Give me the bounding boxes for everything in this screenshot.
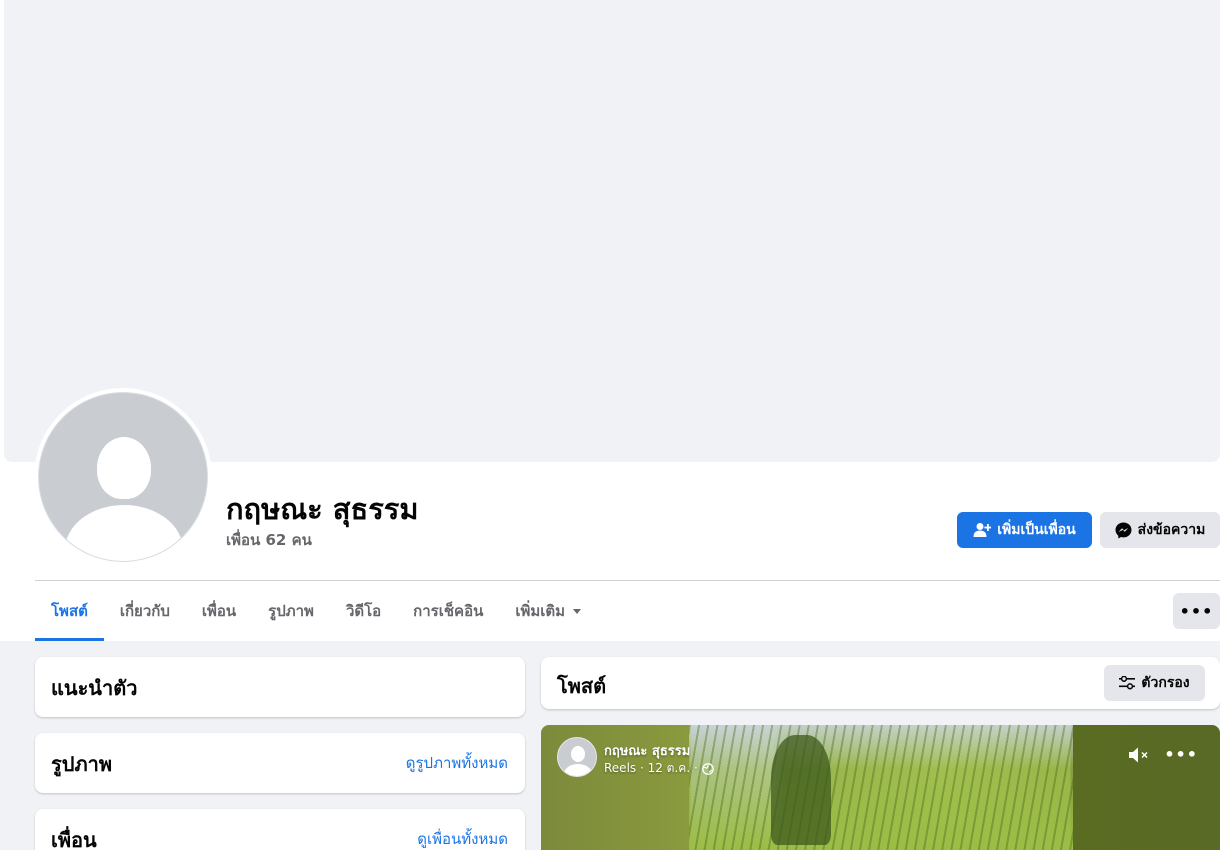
tab-label: การเช็คอิน: [413, 602, 484, 620]
reel-author-name[interactable]: กฤษณะ สุธรรม: [604, 740, 690, 761]
send-message-button[interactable]: ส่งข้อความ: [1100, 512, 1220, 548]
reel-more-options-button[interactable]: •••: [1164, 745, 1198, 764]
reel-meta-text: Reels · 12 ต.ค. ·: [604, 761, 698, 775]
tab-posts[interactable]: โพสต์: [35, 581, 104, 641]
reel-video-frame: [689, 725, 1073, 850]
avatar-head-shape: [571, 746, 585, 762]
reel-video-tree: [771, 735, 831, 845]
tab-label: เกี่ยวกับ: [119, 602, 170, 620]
profile-name: กฤษณะ สุธรรม: [226, 492, 419, 526]
intro-card: แนะนำตัว: [35, 657, 525, 717]
tab-label: โพสต์: [51, 602, 88, 620]
filter-label: ตัวกรอง: [1141, 675, 1190, 691]
mute-icon[interactable]: [1128, 746, 1150, 764]
profile-more-options-button[interactable]: •••: [1173, 593, 1220, 629]
avatar-body-shape: [65, 505, 183, 561]
chevron-down-icon: [573, 608, 582, 614]
friends-title: เพื่อน: [51, 828, 97, 850]
posts-header-card: โพสต์ ตัวกรอง: [541, 657, 1220, 709]
tab-photos[interactable]: รูปภาพ: [252, 581, 330, 641]
reel-post[interactable]: กฤษณะ สุธรรม Reels · 12 ต.ค. · •••: [541, 725, 1220, 850]
add-friend-label: เพิ่มเป็นเพื่อน: [997, 522, 1076, 538]
profile-tabs: โพสต์ เกี่ยวกับ เพื่อน รูปภาพ วิดีโอ การ…: [35, 581, 597, 641]
tab-label: เพิ่มเติม: [515, 602, 566, 620]
tab-videos[interactable]: วิดีโอ: [330, 581, 397, 641]
photos-card: รูปภาพ ดูรูปภาพทั้งหมด: [35, 733, 525, 793]
see-all-friends-link[interactable]: ดูเพื่อนทั้งหมด: [417, 827, 508, 850]
friends-card: เพื่อน ดูเพื่อนทั้งหมด: [35, 809, 525, 850]
profile-picture[interactable]: [34, 388, 212, 566]
send-message-label: ส่งข้อความ: [1137, 522, 1206, 538]
friend-count[interactable]: เพื่อน 62 คน: [226, 528, 312, 552]
photos-title: รูปภาพ: [51, 752, 113, 776]
reel-controls: •••: [1128, 745, 1198, 764]
reel-author-avatar[interactable]: [557, 737, 597, 777]
messenger-icon: [1115, 522, 1132, 538]
tab-about[interactable]: เกี่ยวกับ: [104, 581, 186, 641]
tab-friends[interactable]: เพื่อน: [186, 581, 252, 641]
cover-photo[interactable]: [4, 0, 1220, 462]
avatar: [38, 392, 208, 562]
tab-label: วิดีโอ: [345, 602, 382, 620]
tab-label: รูปภาพ: [268, 602, 314, 620]
tab-checkins[interactable]: การเช็คอิน: [397, 581, 499, 641]
avatar-head-shape: [97, 437, 151, 499]
add-friend-icon: [973, 523, 992, 537]
add-friend-button[interactable]: เพิ่มเป็นเพื่อน: [957, 512, 1092, 548]
filter-icon: [1119, 676, 1136, 690]
filter-button[interactable]: ตัวกรอง: [1104, 665, 1205, 701]
avatar-body-shape: [564, 764, 592, 776]
reel-meta: Reels · 12 ต.ค. ·: [604, 759, 714, 778]
globe-icon: [701, 762, 714, 775]
profile-header: กฤษณะ สุธรรม เพื่อน 62 คน เพิ่มเป็นเพื่อ…: [0, 0, 1220, 641]
see-all-photos-link[interactable]: ดูรูปภาพทั้งหมด: [406, 751, 508, 775]
tab-more[interactable]: เพิ่มเติม: [499, 581, 597, 641]
tab-label: เพื่อน: [201, 602, 237, 620]
posts-title: โพสต์: [557, 674, 607, 698]
intro-title: แนะนำตัว: [51, 676, 138, 700]
